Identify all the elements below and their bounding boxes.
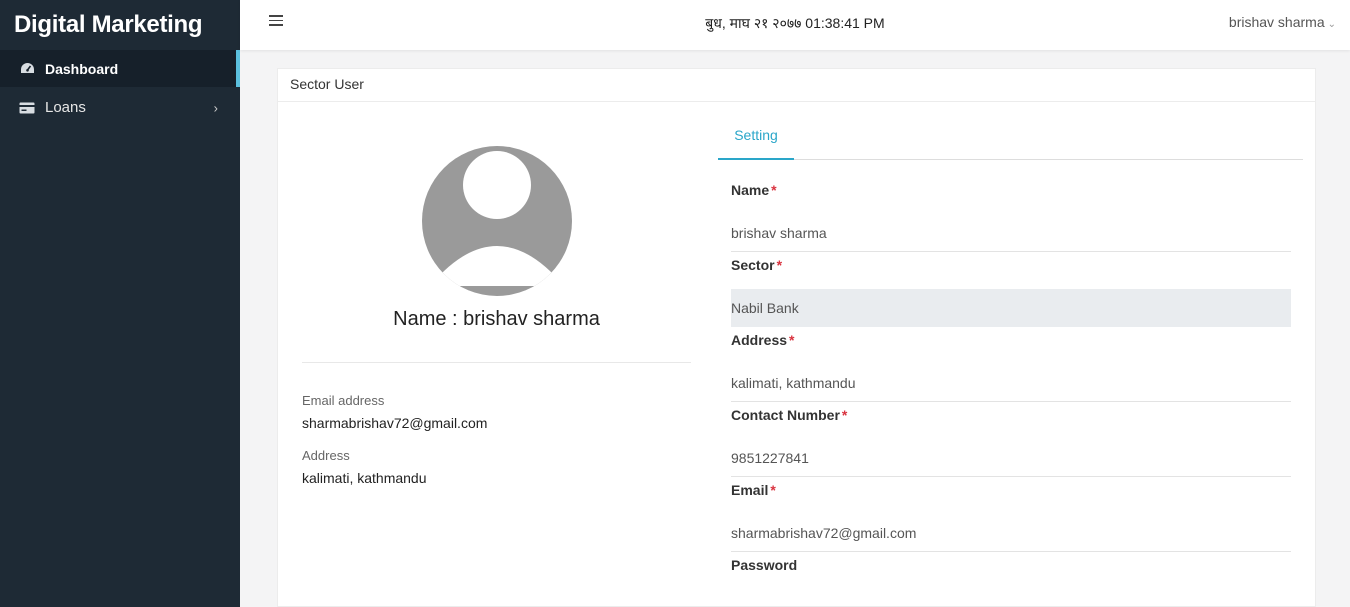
address-label: Address * [731,332,795,348]
topbar: बुध, माघ २१ २०७७ 01:38:41 PM brishav sha… [240,0,1350,50]
email-label: Email address [302,393,385,408]
chevron-right-icon: › [213,100,218,115]
email-input[interactable] [731,514,1291,552]
password-label: Password [731,557,798,573]
chevron-down-icon: ⌄ [1327,19,1336,30]
address-input[interactable] [731,364,1291,402]
name-label: Name * [731,182,777,198]
password-field-group: Password [731,557,1291,577]
sidebar: Digital Marketing Dashboard Loans › [0,0,240,607]
contact-label: Contact Number * [731,407,848,423]
card-icon [19,100,35,116]
sidebar-item-label: Dashboard [45,60,119,77]
contact-field-group: Contact Number * [731,407,1291,477]
tab-setting[interactable]: Setting [718,102,794,160]
address-field-group: Address * [731,332,1291,402]
sector-field-group: Sector * [731,257,1291,327]
email-value: sharmabrishav72@gmail.com [302,415,488,431]
sidebar-item-loans[interactable]: Loans › [0,90,240,125]
email-field-group: Email * [731,482,1291,552]
name-input[interactable] [731,214,1291,252]
brand-title[interactable]: Digital Marketing [0,0,240,50]
user-menu[interactable]: brishav sharma ⌄ [1229,14,1336,30]
card-title: Sector User [278,69,1315,102]
avatar [422,146,572,296]
profile-name: Name : brishav sharma [393,308,600,330]
name-field-group: Name * [731,182,1291,252]
current-datetime: बुध, माघ २१ २०७७ 01:38:41 PM [705,15,885,31]
sector-label: Sector * [731,257,783,273]
settings-tabs: Setting [718,102,1303,160]
address-value: kalimati, kathmandu [302,470,427,486]
email-label: Email * [731,482,776,498]
sidebar-item-dashboard[interactable]: Dashboard [0,50,240,87]
sidebar-item-label: Loans [45,99,86,116]
dashboard-icon [19,61,35,77]
divider [302,362,691,363]
address-label: Address [302,448,350,463]
sector-input [731,289,1291,327]
user-name: brishav sharma [1228,14,1325,30]
contact-number-input[interactable] [731,439,1291,477]
sector-user-card: Sector User Name : brishav sharma Email … [277,68,1316,607]
